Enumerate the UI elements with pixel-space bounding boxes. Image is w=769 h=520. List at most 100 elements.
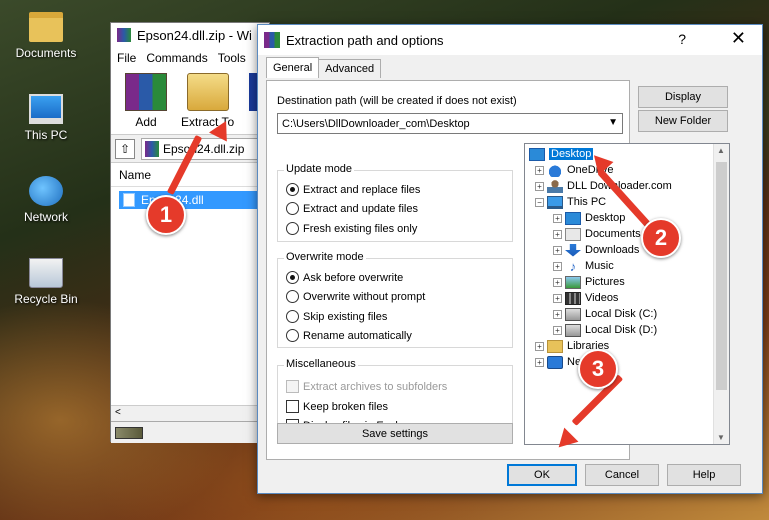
option-label: Extract and update files	[303, 202, 418, 215]
overwrite-option-rename[interactable]: Rename automatically	[286, 329, 412, 342]
help-button[interactable]: Help	[667, 464, 741, 486]
option-label: Extract and replace files	[303, 183, 421, 196]
expand-icon[interactable]: +	[553, 245, 562, 255]
help-icon[interactable]: ?	[678, 31, 686, 47]
overwrite-mode-group: Overwrite mode Ask before overwrite Over…	[277, 251, 513, 348]
winrar-window: Epson24.dll.zip - Wi File Commands Tools…	[110, 22, 291, 443]
expand-icon[interactable]: +	[553, 213, 562, 223]
radio[interactable]	[286, 290, 299, 303]
radio[interactable]	[286, 202, 299, 215]
column-header-label: Name	[119, 167, 152, 182]
new-folder-button[interactable]: New Folder	[638, 110, 728, 132]
radio[interactable]	[286, 310, 299, 323]
tree-label: Documents	[585, 228, 641, 240]
expand-icon[interactable]: +	[535, 165, 544, 175]
radio-selected[interactable]	[286, 271, 299, 284]
tab-general[interactable]: General	[266, 57, 320, 78]
tree-item-local-disk-c[interactable]: + Local Disk (C:)	[553, 306, 657, 322]
desktop-icon-network[interactable]: Network	[8, 176, 84, 224]
desktop-icon-this-pc[interactable]: This PC	[8, 94, 84, 142]
overwrite-option-ask[interactable]: Ask before overwrite	[286, 271, 403, 284]
save-settings-button[interactable]: Save settings	[277, 423, 513, 444]
tree-item-downloads[interactable]: + Downloads	[553, 242, 639, 258]
desktop-icon-label: This PC	[24, 128, 68, 142]
tree-item-pictures[interactable]: + Pictures	[553, 274, 625, 290]
close-icon[interactable]: ✕	[731, 28, 746, 49]
overwrite-option-skip[interactable]: Skip existing files	[286, 310, 387, 323]
winrar-titlebar[interactable]: Epson24.dll.zip - Wi	[111, 23, 269, 47]
hard-drive-icon	[565, 323, 581, 337]
display-button[interactable]: Display	[638, 86, 728, 108]
radio[interactable]	[286, 222, 299, 235]
globe-icon	[29, 176, 63, 206]
overwrite-option-without-prompt[interactable]: Overwrite without prompt	[286, 290, 425, 303]
folder-extract-icon	[186, 73, 229, 111]
tree-item-this-pc[interactable]: − This PC	[535, 194, 606, 210]
expand-icon[interactable]: +	[553, 309, 562, 319]
winrar-title: Epson24.dll.zip - Wi	[137, 27, 252, 43]
scroll-left-arrow[interactable]: <	[115, 407, 121, 418]
collapse-icon[interactable]: −	[535, 197, 544, 207]
tree-item-desktop-root[interactable]: Desktop	[529, 146, 594, 162]
menu-commands[interactable]: Commands	[146, 51, 207, 65]
tree-item-documents[interactable]: + Documents	[553, 226, 641, 242]
expand-icon[interactable]: +	[553, 261, 562, 271]
tab-advanced[interactable]: Advanced	[318, 59, 382, 78]
user-icon	[547, 179, 563, 193]
misc-option-keep-broken[interactable]: Keep broken files	[286, 400, 388, 413]
recycle-bin-icon	[29, 258, 63, 288]
option-label: Overwrite without prompt	[303, 290, 426, 303]
desktop-icon-documents[interactable]: Documents	[8, 12, 84, 60]
tree-label: Videos	[585, 292, 619, 304]
destination-path-input[interactable]: C:\Users\DllDownloader_com\Desktop ▼	[277, 113, 623, 134]
archive-path[interactable]: Epson24.dll.zip	[141, 137, 269, 160]
checkbox[interactable]	[286, 400, 299, 413]
expand-icon[interactable]: +	[553, 229, 562, 239]
tree-label: Pictures	[585, 276, 625, 288]
tree-item-local-disk-d[interactable]: + Local Disk (D:)	[553, 322, 657, 338]
horizontal-scrollbar[interactable]: <	[111, 405, 269, 421]
expand-icon[interactable]: +	[535, 341, 544, 351]
update-option-replace[interactable]: Extract and replace files	[286, 183, 420, 196]
cancel-button[interactable]: Cancel	[585, 464, 659, 486]
destination-path-value: C:\Users\DllDownloader_com\Desktop	[282, 117, 470, 130]
download-icon	[565, 243, 581, 257]
expand-icon[interactable]: +	[553, 325, 562, 335]
scroll-down-arrow[interactable]: ▼	[717, 433, 725, 442]
dialog-title: Extraction path and options	[286, 32, 444, 48]
folder-tree[interactable]: Desktop + OneDrive + DLL Downloader.com …	[524, 143, 730, 445]
tree-scrollbar[interactable]: ▲ ▼	[713, 144, 729, 444]
dll-file-icon	[123, 193, 135, 207]
desktop-icon-recycle-bin[interactable]: Recycle Bin	[8, 258, 84, 306]
tree-item-desktop[interactable]: + Desktop	[553, 210, 625, 226]
expand-icon[interactable]: +	[535, 181, 544, 191]
menu-file[interactable]: File	[117, 51, 136, 65]
chevron-down-icon[interactable]: ▼	[608, 117, 618, 128]
up-folder-button[interactable]: ⇧	[115, 138, 135, 159]
scroll-thumb[interactable]	[716, 162, 727, 390]
tree-item-music[interactable]: + ♪ Music	[553, 258, 614, 274]
update-option-fresh[interactable]: Fresh existing files only	[286, 222, 417, 235]
add-button[interactable]: Add	[125, 73, 167, 129]
tree-label: Music	[585, 260, 614, 272]
list-item[interactable]: Epson24.dll	[119, 191, 269, 209]
expand-icon[interactable]: +	[553, 277, 562, 287]
library-icon	[547, 339, 563, 353]
step-badge-1: 1	[146, 195, 186, 235]
tree-label: Desktop	[549, 148, 594, 160]
option-label: Skip existing files	[303, 310, 388, 323]
menu-tools[interactable]: Tools	[218, 51, 246, 65]
scroll-up-arrow[interactable]: ▲	[717, 146, 725, 155]
desktop-icon-label: Documents	[15, 46, 77, 60]
desktop-icon-label: Recycle Bin	[14, 292, 78, 306]
expand-icon[interactable]: +	[553, 293, 562, 303]
dialog-titlebar[interactable]: Extraction path and options ? ✕	[258, 25, 762, 55]
update-option-update[interactable]: Extract and update files	[286, 202, 418, 215]
radio[interactable]	[286, 329, 299, 342]
column-header-name[interactable]: Name	[111, 163, 269, 187]
music-note-icon: ♪	[569, 258, 577, 274]
expand-icon[interactable]: +	[535, 357, 544, 367]
tree-item-videos[interactable]: + Videos	[553, 290, 618, 306]
ok-button[interactable]: OK	[507, 464, 577, 486]
radio-selected[interactable]	[286, 183, 299, 196]
